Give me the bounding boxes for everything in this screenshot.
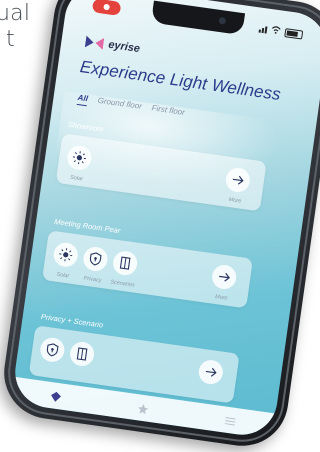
bg-text-fragment: t xyxy=(6,28,15,52)
scenarios-label: Scenarios xyxy=(110,279,135,288)
solar-label: Solar xyxy=(70,175,84,183)
privacy-control[interactable] xyxy=(39,336,66,363)
brand-logo: eyrise xyxy=(85,36,141,56)
star-icon[interactable] xyxy=(136,401,150,415)
arrow-right-icon xyxy=(197,359,224,386)
window-icon xyxy=(112,250,139,277)
solar-control[interactable]: Solar xyxy=(64,144,93,183)
solar-label: Solar xyxy=(56,272,70,280)
phone-mockup: eyrise Experience Light Wellness All Gro… xyxy=(0,0,320,452)
more-label: More xyxy=(215,294,228,302)
more-button[interactable]: More xyxy=(209,264,238,303)
sun-icon xyxy=(52,241,79,268)
more-label: More xyxy=(228,197,241,205)
notch xyxy=(151,1,245,36)
battery-icon xyxy=(284,28,303,39)
tab-all[interactable]: All xyxy=(77,93,89,106)
bg-text-fragment: ual xyxy=(0,2,30,26)
eyrise-logo-icon xyxy=(85,36,104,50)
shield-icon xyxy=(82,245,109,272)
solar-control[interactable]: Solar xyxy=(51,241,80,280)
more-button[interactable]: More xyxy=(223,166,252,205)
signal-icon xyxy=(259,25,268,33)
system-icons xyxy=(258,24,303,40)
more-button[interactable] xyxy=(197,359,224,386)
scenarios-control[interactable] xyxy=(69,340,96,367)
window-icon xyxy=(69,340,96,367)
arrow-right-icon xyxy=(211,264,238,291)
camera-icon xyxy=(218,17,226,25)
privacy-label: Privacy xyxy=(83,276,102,284)
privacy-control[interactable]: Privacy xyxy=(80,245,109,284)
room-card-meeting-room-pear[interactable]: Solar Privacy Scenarios More xyxy=(42,230,253,308)
arrow-right-icon xyxy=(224,166,251,193)
phone-screen: eyrise Experience Light Wellness All Gro… xyxy=(11,0,320,439)
brand-name: eyrise xyxy=(108,39,141,55)
scenarios-control[interactable]: Scenarios xyxy=(110,250,139,289)
recording-indicator xyxy=(92,0,122,16)
wifi-icon xyxy=(270,25,281,36)
shield-icon xyxy=(39,336,66,363)
settings-icon[interactable] xyxy=(224,414,238,428)
sun-icon xyxy=(66,144,93,171)
home-icon[interactable] xyxy=(49,389,63,403)
